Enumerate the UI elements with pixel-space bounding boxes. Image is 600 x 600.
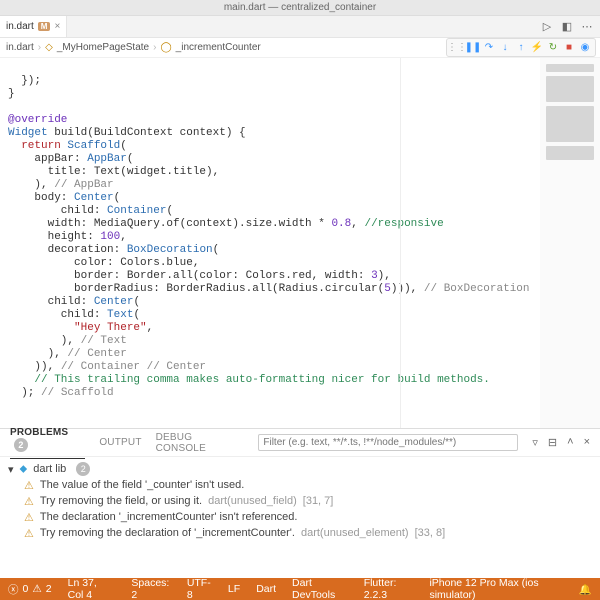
class-icon: ◇: [45, 42, 53, 53]
editor-tabs: in.dart M × ▷ ◧ ⋯: [0, 16, 600, 38]
bottom-panel: PROBLEMS2 OUTPUT DEBUG CONSOLE ▿ ⊟ ˄ × ▾…: [0, 428, 600, 578]
dart-file-icon: ⬥: [20, 463, 28, 476]
problem-location: [33, 8]: [415, 527, 446, 539]
warning-icon: ⚠: [24, 527, 34, 540]
chevron-right-icon: ›: [153, 42, 156, 53]
pause-icon[interactable]: ❚❚: [466, 41, 480, 55]
tab-problems[interactable]: PROBLEMS2: [10, 427, 85, 459]
warning-icon: ⚠: [24, 479, 34, 492]
collapse-all-icon[interactable]: ⊟: [548, 436, 557, 449]
tab-debug-console[interactable]: DEBUG CONSOLE: [156, 432, 245, 454]
problem-hint: Try removing the field, or using it.: [40, 495, 202, 507]
problem-message: The value of the field '_counter' isn't …: [40, 479, 244, 491]
warning-icon: ⚠: [24, 495, 34, 508]
problem-hint: Try removing the declaration of '_increm…: [40, 527, 295, 539]
status-devtools[interactable]: Dart DevTools: [284, 577, 356, 600]
problems-group[interactable]: ▾ ⬥ dart lib 2: [8, 461, 592, 477]
panel-tabs: PROBLEMS2 OUTPUT DEBUG CONSOLE ▿ ⊟ ˄ ×: [0, 429, 600, 457]
problems-filter-input[interactable]: [258, 434, 518, 451]
minimap[interactable]: [540, 58, 600, 428]
status-language[interactable]: Dart: [248, 583, 284, 595]
status-eol[interactable]: LF: [220, 583, 248, 595]
status-device[interactable]: iPhone 12 Pro Max (ios simulator): [421, 577, 570, 600]
chevron-right-icon: ›: [38, 42, 41, 53]
tab-output[interactable]: OUTPUT: [99, 437, 141, 448]
restart-icon[interactable]: ↻: [546, 41, 560, 55]
editor-ruler: [400, 58, 401, 428]
step-over-icon[interactable]: ↷: [482, 41, 496, 55]
editor-actions: ▷ ◧ ⋯: [534, 16, 600, 37]
debug-toolbar[interactable]: ⋮⋮ ❚❚ ↷ ↓ ↑ ⚡ ↻ ■ ◉: [446, 38, 596, 57]
step-into-icon[interactable]: ↓: [498, 41, 512, 55]
problem-code: dart(unused_field): [208, 495, 297, 507]
warning-icon: ⚠: [24, 511, 34, 524]
split-icon[interactable]: ◧: [560, 20, 574, 34]
group-count-badge: 2: [76, 462, 90, 476]
breadcrumb-item-file[interactable]: in.dart: [6, 42, 34, 53]
window-titlebar: main.dart — centralized_container: [0, 0, 600, 16]
problem-message: The declaration '_incrementCounter' isn'…: [40, 511, 298, 523]
window-title: main.dart — centralized_container: [224, 2, 376, 13]
breadcrumb-item-class[interactable]: _MyHomePageState: [57, 42, 149, 53]
status-indent[interactable]: Spaces: 2: [123, 577, 178, 600]
status-cursor-position[interactable]: Ln 37, Col 4: [60, 577, 124, 600]
problem-code: dart(unused_element): [301, 527, 409, 539]
grip-icon[interactable]: ⋮⋮: [450, 41, 464, 55]
error-icon: ⓧ: [8, 582, 19, 597]
stop-icon[interactable]: ■: [562, 41, 576, 55]
chevron-down-icon: ▾: [8, 463, 14, 476]
devtools-icon[interactable]: ◉: [578, 41, 592, 55]
problems-list: ▾ ⬥ dart lib 2 ⚠ The value of the field …: [0, 457, 600, 578]
hot-reload-icon[interactable]: ⚡: [530, 41, 544, 55]
problem-item[interactable]: ⚠ Try removing the field, or using it. d…: [8, 493, 592, 509]
status-errors[interactable]: ⓧ0 ⚠2: [0, 582, 60, 597]
run-icon[interactable]: ▷: [540, 20, 554, 34]
close-panel-icon[interactable]: ×: [584, 436, 590, 449]
status-encoding[interactable]: UTF-8: [179, 577, 220, 600]
group-label: dart lib: [33, 463, 66, 475]
chevron-up-icon[interactable]: ˄: [567, 436, 573, 449]
filter-icon[interactable]: ▿: [532, 436, 538, 449]
method-icon: ◯: [160, 42, 171, 53]
code-editor[interactable]: }); } @override Widget build(BuildContex…: [0, 58, 540, 428]
problems-count-badge: 2: [14, 438, 28, 452]
problem-item[interactable]: ⚠ Try removing the declaration of '_incr…: [8, 525, 592, 541]
tab-main-dart[interactable]: in.dart M ×: [0, 16, 67, 37]
warning-icon: ⚠: [32, 583, 41, 595]
status-flutter[interactable]: Flutter: 2.2.3: [356, 577, 422, 600]
more-icon[interactable]: ⋯: [580, 20, 594, 34]
problem-item[interactable]: ⚠ The value of the field '_counter' isn'…: [8, 477, 592, 493]
tab-label: in.dart: [6, 21, 34, 32]
problem-item[interactable]: ⚠ The declaration '_incrementCounter' is…: [8, 509, 592, 525]
breadcrumb: in.dart › ◇ _MyHomePageState › ◯ _increm…: [0, 38, 600, 58]
editor-area[interactable]: }); } @override Widget build(BuildContex…: [0, 58, 600, 428]
breadcrumb-item-method[interactable]: _incrementCounter: [176, 42, 261, 53]
problem-location: [31, 7]: [303, 495, 334, 507]
bell-icon[interactable]: 🔔: [571, 583, 600, 596]
status-bar: ⓧ0 ⚠2 Ln 37, Col 4 Spaces: 2 UTF-8 LF Da…: [0, 578, 600, 600]
close-icon[interactable]: ×: [54, 21, 60, 32]
step-out-icon[interactable]: ↑: [514, 41, 528, 55]
modified-badge: M: [38, 22, 51, 31]
